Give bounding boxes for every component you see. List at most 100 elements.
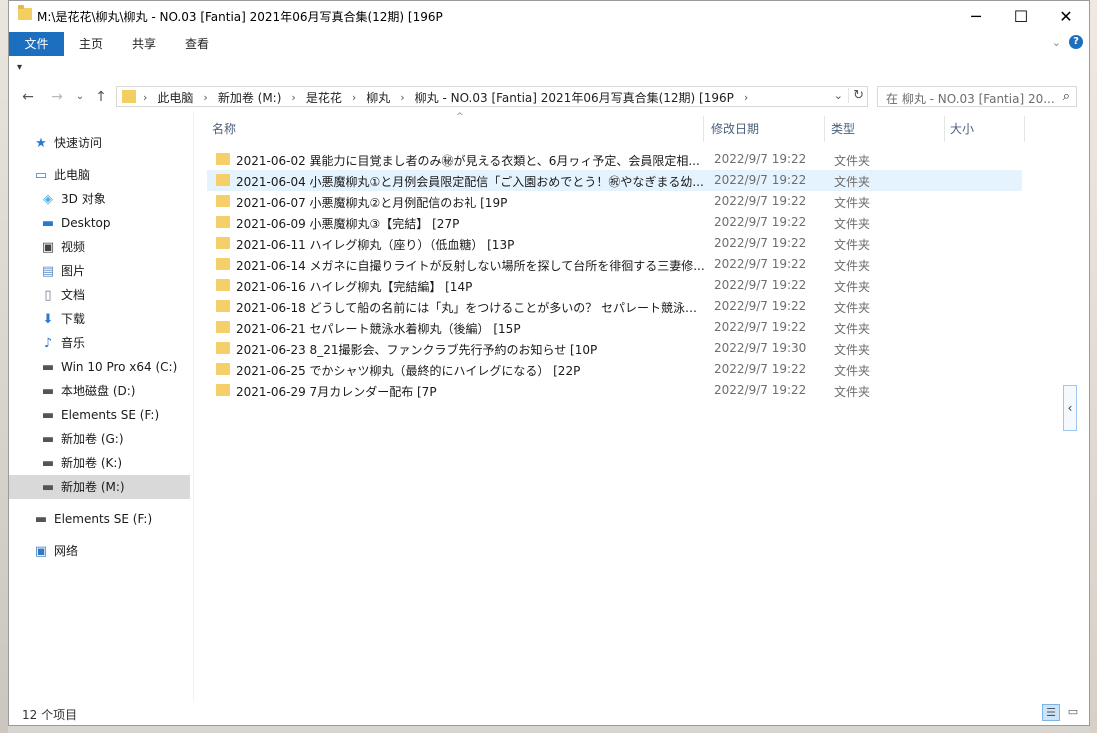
breadcrumb-separator[interactable]: › — [744, 91, 748, 104]
music-icon: ♪ — [43, 336, 53, 351]
picture-icon: ▤ — [41, 264, 55, 279]
window-title: M:\是花花\柳丸\柳丸 - NO.03 [Fantia] 2021年06月写真… — [37, 10, 443, 24]
details-view-icon: ☰ — [1046, 706, 1056, 719]
file-type: 文件夹 — [834, 280, 871, 294]
sidebar-item-videos[interactable]: ▣ 视频 — [40, 235, 85, 259]
title-bar[interactable]: M:\是花花\柳丸\柳丸 - NO.03 [Fantia] 2021年06月写真… — [9, 1, 1089, 32]
folder-icon — [216, 363, 230, 375]
column-header-size[interactable]: 大小 — [950, 119, 974, 139]
breadcrumb-separator[interactable]: › — [143, 91, 147, 104]
desktop-background-left — [0, 0, 8, 733]
refresh-icon[interactable]: ↻ — [848, 88, 864, 103]
file-date: 2022/9/7 19:22 — [714, 320, 807, 334]
recent-locations-button[interactable]: ⌄ — [70, 87, 90, 107]
file-name: 2021-06-07 小悪魔柳丸②と月例配信のお礼 [19P — [236, 196, 508, 210]
help-icon[interactable]: ? — [1069, 35, 1083, 49]
table-row[interactable]: 2021-06-21 セパレート競泳水着柳丸（後編） [15P 2022/9/7… — [207, 317, 1022, 338]
sidebar-item-this-pc[interactable]: ▭ 此电脑 — [33, 163, 90, 187]
column-header-date[interactable]: 修改日期 — [711, 119, 759, 139]
quick-access-toolbar-dropdown-icon[interactable]: ▾ — [17, 62, 22, 73]
table-row[interactable]: 2021-06-02 異能力に目覚まし者のみ㊙が見える衣類と、6月ヮィ予定、会員… — [207, 149, 1022, 170]
tab-share[interactable]: 共享 — [119, 32, 169, 56]
file-name: 2021-06-23 8_21撮影会、ファンクラブ先行予約のお知らせ [10P — [236, 343, 598, 357]
sidebar-item-quick-access[interactable]: ★ 快速访问 — [33, 131, 102, 155]
address-dropdown-icon[interactable]: ⌄ — [834, 89, 843, 102]
breadcrumb-folder-shihuahua[interactable]: 是花花 — [306, 89, 342, 106]
column-header-type[interactable]: 类型 — [831, 119, 855, 139]
pane-divider[interactable] — [193, 111, 194, 701]
sidebar-item-label: 新加卷 (G:) — [61, 432, 124, 446]
column-separator[interactable] — [703, 116, 704, 142]
sidebar-item-drive-g[interactable]: ▬ 新加卷 (G:) — [40, 427, 124, 451]
table-row[interactable]: 2021-06-14 メガネに自撮りライトが反射しない場所を探して台所を徘徊する… — [207, 254, 1022, 275]
close-button[interactable]: ✕ — [1043, 1, 1089, 32]
network-icon: ▣ — [34, 544, 48, 559]
sidebar-item-documents[interactable]: ▯ 文档 — [40, 283, 85, 307]
sidebar-item-desktop[interactable]: ▬ Desktop — [40, 211, 111, 235]
folder-icon — [216, 300, 230, 312]
file-type: 文件夹 — [834, 217, 871, 231]
file-type: 文件夹 — [834, 322, 871, 336]
table-row[interactable]: 2021-06-16 ハイレグ柳丸【完結編】 [14P 2022/9/7 19:… — [207, 275, 1022, 296]
breadcrumb-separator[interactable]: › — [291, 91, 295, 104]
sidebar-item-elements-se[interactable]: ▬ Elements SE (F:) — [33, 507, 152, 531]
sidebar-item-network[interactable]: ▣ 网络 — [33, 539, 78, 563]
search-box[interactable]: 在 柳丸 - NO.03 [Fantia] 20... ⌕ — [877, 86, 1077, 107]
download-icon: ⬇ — [42, 312, 54, 327]
tab-home[interactable]: 主页 — [65, 32, 117, 56]
sidebar-item-label: 网络 — [54, 544, 79, 558]
table-row[interactable]: 2021-06-29 7月カレンダー配布 [7P 2022/9/7 19:22 … — [207, 380, 1022, 401]
table-row[interactable]: 2021-06-11 ハイレグ柳丸（座り）（低血糖） [13P 2022/9/7… — [207, 233, 1022, 254]
back-button[interactable]: ← — [18, 87, 38, 107]
sidebar-item-3d-objects[interactable]: ◈ 3D 对象 — [40, 187, 106, 211]
preview-pane-toggle[interactable]: ‹ — [1063, 385, 1077, 431]
forward-button[interactable]: → — [47, 87, 67, 107]
table-row[interactable]: 2021-06-04 小悪魔柳丸①と月例会員限定配信「ご入園おめでとう！㊗やなぎ… — [207, 170, 1022, 191]
breadcrumb-drive-m[interactable]: 新加卷 (M:) — [218, 89, 282, 106]
file-name: 2021-06-09 小悪魔柳丸③【完結】 [27P — [236, 217, 460, 231]
sidebar-item-drive-d[interactable]: ▬ 本地磁盘 (D:) — [40, 379, 136, 403]
drive-icon: ▬ — [41, 408, 55, 423]
ribbon-expand-icon[interactable]: ⌄ — [1052, 36, 1061, 49]
breadcrumb-separator[interactable]: › — [400, 91, 404, 104]
column-separator[interactable] — [944, 116, 945, 142]
breadcrumb-separator[interactable]: › — [203, 91, 207, 104]
large-icons-view-button[interactable]: ▭ — [1064, 704, 1082, 721]
breadcrumb-current-folder[interactable]: 柳丸 - NO.03 [Fantia] 2021年06月写真合集(12期) [1… — [415, 89, 734, 106]
breadcrumb-folder-liuwan[interactable]: 柳丸 — [366, 89, 390, 106]
file-name: 2021-06-02 異能力に目覚まし者のみ㊙が見える衣類と、6月ヮィ予定、会員… — [236, 154, 700, 168]
table-row[interactable]: 2021-06-09 小悪魔柳丸③【完結】 [27P 2022/9/7 19:2… — [207, 212, 1022, 233]
breadcrumb-separator[interactable]: › — [352, 91, 356, 104]
file-date: 2022/9/7 19:22 — [714, 173, 807, 187]
navigation-pane: ★ 快速访问 ▭ 此电脑 ◈ 3D 对象 ▬ Desktop ▣ 视频 ▤ 图片 ▯ 文档 ⬇… — [9, 111, 192, 701]
sidebar-item-music[interactable]: ♪ 音乐 — [40, 331, 85, 355]
sidebar-item-drive-f[interactable]: ▬ Elements SE (F:) — [40, 403, 159, 427]
sidebar-item-drive-m[interactable]: ▬ 新加卷 (M:) — [9, 475, 190, 499]
column-separator[interactable] — [1024, 116, 1025, 142]
breadcrumb-this-pc[interactable]: 此电脑 — [157, 89, 193, 106]
tab-view[interactable]: 查看 — [171, 32, 223, 56]
column-header-name[interactable]: 名称 — [212, 119, 236, 139]
maximize-button[interactable]: ☐ — [998, 1, 1044, 32]
file-explorer-window: M:\是花花\柳丸\柳丸 - NO.03 [Fantia] 2021年06月写真… — [8, 0, 1090, 726]
table-row[interactable]: 2021-06-18 どうして船の名前には「丸」をつけることが多いの？ セパレー… — [207, 296, 1022, 317]
file-type: 文件夹 — [834, 385, 871, 399]
table-row[interactable]: 2021-06-07 小悪魔柳丸②と月例配信のお礼 [19P 2022/9/7 … — [207, 191, 1022, 212]
sidebar-item-drive-c[interactable]: ▬ Win 10 Pro x64 (C:) — [40, 355, 177, 379]
address-bar[interactable]: › 此电脑 › 新加卷 (M:) › 是花花 › 柳丸 › 柳丸 - NO.03… — [116, 86, 868, 107]
sidebar-item-pictures[interactable]: ▤ 图片 — [40, 259, 85, 283]
tab-file[interactable]: 文件 — [9, 32, 64, 56]
details-view-button[interactable]: ☰ — [1042, 704, 1060, 721]
table-row[interactable]: 2021-06-25 でかシャツ柳丸（最終的にハイレグになる） [22P 202… — [207, 359, 1022, 380]
column-separator[interactable] — [824, 116, 825, 142]
up-button[interactable]: ↑ — [91, 87, 111, 107]
table-row[interactable]: 2021-06-23 8_21撮影会、ファンクラブ先行予約のお知らせ [10P … — [207, 338, 1022, 359]
file-type: 文件夹 — [834, 154, 871, 168]
sidebar-item-label: 本地磁盘 (D:) — [61, 384, 136, 398]
search-icon[interactable]: ⌕ — [1063, 89, 1070, 104]
sidebar-item-drive-k[interactable]: ▬ 新加卷 (K:) — [40, 451, 122, 475]
sidebar-item-label: 文档 — [61, 288, 86, 302]
sidebar-item-label: 新加卷 (K:) — [61, 456, 123, 470]
minimize-button[interactable]: ─ — [953, 1, 999, 32]
sidebar-item-downloads[interactable]: ⬇ 下载 — [40, 307, 85, 331]
